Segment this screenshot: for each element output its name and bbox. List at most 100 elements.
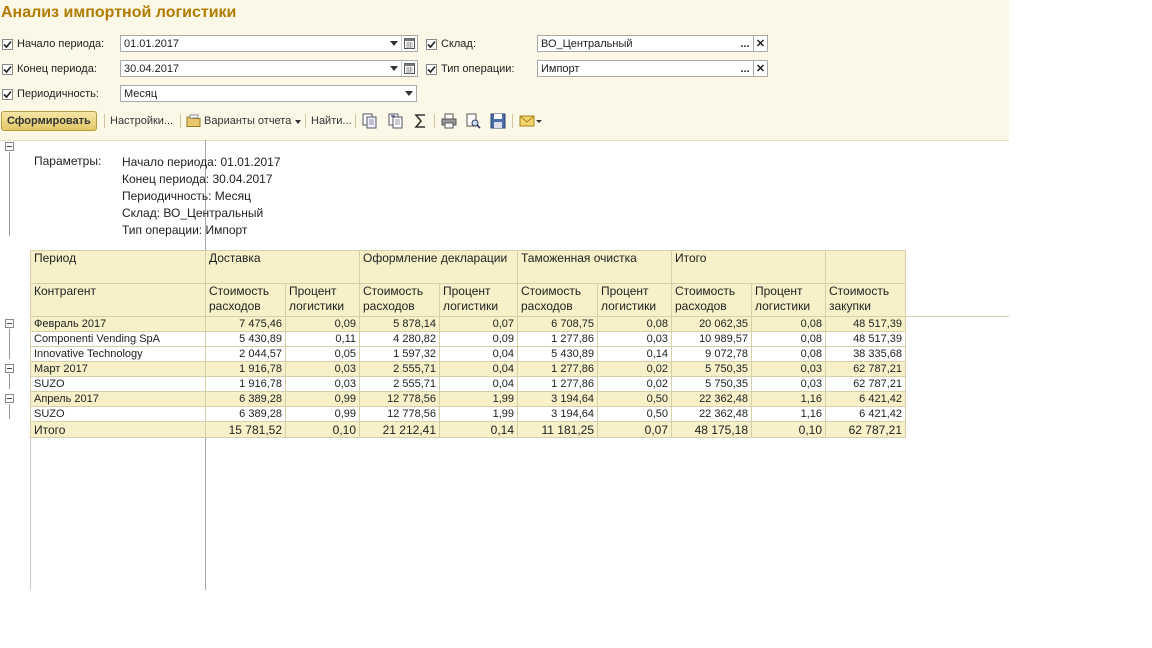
header-declarations: Оформление декларации — [359, 250, 518, 284]
clear-warehouse-icon[interactable]: ✕ — [753, 35, 768, 52]
table-row[interactable]: SUZO 1 916,78 0,03 2 555,71 0,04 1 277,86 0,02… — [30, 376, 906, 392]
generate-button[interactable]: Сформировать — [1, 111, 97, 131]
row-value: 62 787,21 — [825, 361, 906, 377]
row-value: 0,11 — [285, 331, 360, 347]
row-value: 0,04 — [439, 346, 518, 362]
select-dots-icon[interactable]: ... — [737, 61, 753, 76]
report-window: Анализ импортной логистики Начало период… — [0, 0, 1009, 591]
group-row[interactable]: Февраль 2017 7 475,46 0,09 5 878,14 0,07 6 70… — [30, 316, 906, 332]
group-row[interactable]: Март 2017 1 916,78 0,03 2 555,71 0,04 1 277,8… — [30, 361, 906, 377]
row-value: 0,07 — [439, 316, 518, 332]
period-start-field[interactable]: 01.01.2017 — [120, 35, 418, 52]
table-row[interactable]: SUZO 6 389,28 0,99 12 778,56 1,99 3 194,64 0,5… — [30, 406, 906, 422]
params-label: Параметры: — [34, 154, 102, 168]
table-row[interactable]: Innovative Technology 2 044,57 0,05 1 597,3… — [30, 346, 906, 362]
calendar-icon[interactable] — [401, 36, 417, 51]
calendar-icon[interactable] — [401, 61, 417, 76]
row-value: 0,99 — [285, 391, 360, 407]
warehouse-field[interactable]: ВО_Центральный ... — [537, 35, 754, 52]
warehouse-label: Склад: — [441, 38, 476, 50]
row-value: 62 787,21 — [825, 376, 906, 392]
collapse-mar-icon[interactable] — [5, 364, 14, 373]
row-value: 0,08 — [751, 331, 826, 347]
collapse-params-icon[interactable] — [5, 142, 14, 151]
params-list: Начало периода: 01.01.2017 Конец периода… — [122, 154, 281, 239]
row-value: 0,99 — [285, 406, 360, 422]
period-end-checkbox[interactable] — [2, 63, 13, 75]
select-dots-icon[interactable]: ... — [737, 36, 753, 51]
tree-line — [9, 374, 10, 389]
header-period: Период — [30, 250, 206, 284]
row-value: 2 044,57 — [205, 346, 286, 362]
operation-type-value: Импорт — [541, 62, 580, 75]
find-button[interactable]: Найти... — [311, 110, 352, 132]
row-name: Componenti Vending SpA — [30, 331, 206, 347]
email-icon[interactable] — [519, 113, 543, 129]
row-value: 0,03 — [285, 376, 360, 392]
toolbar-divider — [180, 114, 181, 128]
chevron-down-icon — [295, 115, 302, 127]
filter-period-start: Начало периода: — [2, 35, 104, 53]
row-value: 0,03 — [751, 376, 826, 392]
clear-operation-type-icon[interactable]: ✕ — [753, 60, 768, 77]
save-icon[interactable] — [490, 113, 506, 129]
chevron-down-icon[interactable] — [387, 36, 401, 51]
periodicity-select[interactable]: Месяц — [120, 85, 417, 102]
sum-icon[interactable] — [413, 113, 429, 129]
header-customs: Таможенная очистка — [517, 250, 672, 284]
toolbar-divider — [512, 114, 513, 128]
warehouse-checkbox[interactable] — [426, 38, 437, 50]
collapse-feb-icon[interactable] — [5, 319, 14, 328]
param-line: Начало периода: 01.01.2017 — [122, 155, 281, 169]
row-value: 62 787,21 — [825, 421, 906, 438]
total-row[interactable]: Итого 15 781,52 0,10 21 212,41 0,14 11 181,25… — [30, 421, 906, 438]
header-empty — [825, 250, 906, 284]
row-value: 0,14 — [439, 421, 518, 438]
operation-type-field[interactable]: Импорт ... — [537, 60, 754, 77]
operation-type-checkbox[interactable] — [426, 63, 437, 75]
copy-icon[interactable] — [362, 113, 378, 129]
chevron-down-icon[interactable] — [402, 86, 416, 101]
period-start-checkbox[interactable] — [2, 38, 13, 50]
row-value: 0,08 — [751, 316, 826, 332]
group-row[interactable]: Апрель 2017 6 389,28 0,99 12 778,56 1,99 3 19… — [30, 391, 906, 407]
row-value: 1,16 — [751, 391, 826, 407]
row-value: 0,04 — [439, 361, 518, 377]
row-value: 3 194,64 — [517, 406, 598, 422]
row-value: 0,03 — [597, 331, 672, 347]
period-end-label: Конец периода: — [17, 63, 97, 75]
row-value: 2 555,71 — [359, 376, 440, 392]
row-value: 22 362,48 — [671, 391, 752, 407]
row-value: 0,05 — [285, 346, 360, 362]
row-value: 6 389,28 — [205, 391, 286, 407]
periodicity-checkbox[interactable] — [2, 88, 13, 100]
collapse-apr-icon[interactable] — [5, 394, 14, 403]
toolbar-divider — [305, 114, 306, 128]
report-variants-button[interactable]: Варианты отчета — [186, 110, 302, 132]
row-value: 5 750,35 — [671, 361, 752, 377]
table-row[interactable]: Componenti Vending SpA 5 430,89 0,11 4 280,… — [30, 331, 906, 347]
header-percent: Процент логистики — [751, 283, 826, 317]
print-preview-icon[interactable] — [465, 113, 481, 129]
row-value: 0,09 — [439, 331, 518, 347]
row-value: 1 597,32 — [359, 346, 440, 362]
row-value: 5 430,89 — [205, 331, 286, 347]
row-value: 6 708,75 — [517, 316, 598, 332]
toolbar: Сформировать Настройки... Варианты отчет… — [0, 110, 1009, 132]
row-value: 0,04 — [439, 376, 518, 392]
row-name: Апрель 2017 — [30, 391, 206, 407]
print-icon[interactable] — [441, 113, 457, 129]
period-end-field[interactable]: 30.04.2017 — [120, 60, 418, 77]
header-cost: Стоимость расходов — [671, 283, 752, 317]
row-value: 38 335,68 — [825, 346, 906, 362]
period-end-value: 30.04.2017 — [124, 62, 180, 75]
paste-icon[interactable] — [388, 113, 404, 129]
chevron-down-icon[interactable] — [387, 61, 401, 76]
report-table: Период Доставка Оформление декларации Та… — [30, 250, 906, 438]
settings-button[interactable]: Настройки... — [110, 110, 173, 132]
filter-period-end: Конец периода: — [2, 60, 97, 78]
row-value: 1 277,86 — [517, 376, 598, 392]
grid-extension-line — [905, 316, 1009, 317]
period-start-value: 01.01.2017 — [124, 37, 180, 50]
filter-operation-type: Тип операции: — [426, 60, 514, 78]
